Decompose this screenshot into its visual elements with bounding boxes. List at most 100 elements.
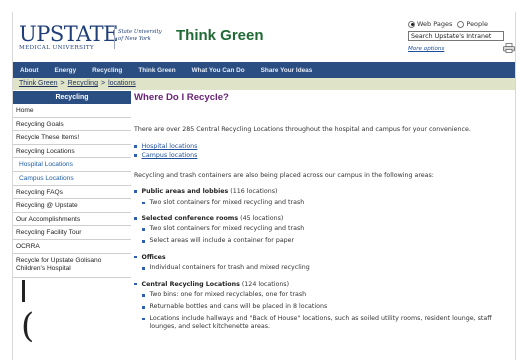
section-central-recycling: Central Recycling Locations (124 locatio… [134, 281, 509, 332]
search-scope-radios: Web Pages People [408, 20, 515, 28]
nav-item-share-your-ideas[interactable]: Share Your Ideas [261, 67, 313, 74]
list-item: Returnable bottles and cans will be plac… [142, 303, 509, 311]
breadcrumb-recycling[interactable]: Recycling [68, 80, 98, 87]
section-count: (124 locations) [241, 280, 290, 288]
search-area: Web Pages People More options [408, 20, 515, 53]
site-title[interactable]: Think Green [176, 27, 264, 44]
breadcrumb-think-green[interactable]: Think Green [19, 80, 58, 87]
section-title: Public areas and lobbies [141, 188, 229, 195]
nav-item-think-green[interactable]: Think Green [138, 67, 175, 74]
sidebar-item-our-accomplishments[interactable]: Our Accomplishments [13, 213, 131, 227]
breadcrumb-separator: > [60, 80, 65, 87]
breadcrumb-locations[interactable]: locations [108, 80, 136, 87]
state-university-line2: of New York [118, 35, 151, 42]
more-options-link[interactable]: More options [408, 46, 444, 52]
list-item: Select areas will include a container fo… [142, 237, 509, 245]
nav-item-about[interactable]: About [20, 67, 38, 74]
list-item-text: Returnable bottles and cans will be plac… [149, 303, 328, 311]
state-university-text: State University of New York [118, 29, 162, 42]
section-count: (45 locations) [240, 214, 284, 222]
sidebar-item-recycling-at-upstate[interactable]: Recycling @ Upstate [13, 199, 131, 213]
section-public-areas: Public areas and lobbies (116 locations)… [134, 188, 509, 207]
list-item: Individual containers for trash and mixe… [142, 264, 509, 272]
bullet-icon [134, 190, 137, 193]
sidebar-image-fragment-glyph: ( [21, 306, 35, 346]
sidebar-item-recycling-faqs[interactable]: Recycling FAQs [13, 186, 131, 200]
list-item-text: Two slot containers for mixed recycling … [149, 225, 305, 233]
nav-item-what-you-can-do[interactable]: What You Can Do [192, 67, 245, 74]
location-links: Hospital locations Campus locations [134, 142, 509, 160]
bullet-icon [142, 267, 145, 270]
section-count: (116 locations) [230, 188, 278, 195]
state-university-line1: State University [118, 29, 162, 35]
page: UPSTATE MEDICAL UNIVERSITY State Univers… [12, 12, 516, 360]
bullet-icon [134, 255, 137, 259]
section-title: Selected conference rooms [141, 214, 239, 222]
hospital-locations-link[interactable]: Hospital locations [142, 143, 198, 150]
nav-item-energy[interactable]: Energy [54, 67, 76, 74]
radio-web-pages-label: Web Pages [417, 20, 453, 28]
main-content: Where Do I Recycle? There are over 285 C… [134, 92, 509, 332]
search-input[interactable] [408, 31, 504, 41]
list-item-text: Individual containers for trash and mixe… [149, 264, 310, 272]
sidebar-header: Recycling [13, 91, 131, 104]
list-item: Campus locations [134, 151, 509, 160]
bullet-icon [134, 282, 137, 286]
section-heading: Public areas and lobbies (116 locations) [134, 188, 509, 195]
sidebar-item-hospital-locations[interactable]: Hospital Locations [13, 158, 131, 172]
intro-paragraph: There are over 285 Central Recycling Loc… [134, 126, 471, 133]
section-title: Central Recycling Locations [141, 280, 240, 288]
radio-unselected-icon[interactable] [457, 20, 465, 28]
section-heading: Central Recycling Locations (124 locatio… [134, 281, 509, 288]
list-item-text: Two bins: one for mixed recyclables, one… [149, 291, 307, 299]
sidebar: Recycling Home Recycling Goals Recycle T… [13, 91, 131, 278]
list-item-text: Two slot containers for mixed recycling … [149, 198, 305, 206]
page-title: Where Do I Recycle? [134, 92, 229, 103]
upstate-logo[interactable]: UPSTATE MEDICAL UNIVERSITY [19, 22, 118, 52]
list-item-text: Locations include hallways and "Back of … [149, 314, 492, 331]
list-item: Two slot containers for mixed recycling … [142, 199, 509, 207]
sidebar-item-ocrra[interactable]: OCRRA [13, 240, 131, 254]
campus-locations-link[interactable]: Campus locations [142, 152, 198, 159]
section-heading: Offices [134, 254, 509, 261]
radio-selected-icon[interactable] [408, 20, 415, 28]
printer-icon[interactable] [503, 43, 515, 53]
section-conference-rooms: Selected conference rooms (45 locations)… [134, 215, 509, 246]
bullet-icon [142, 306, 145, 309]
list-item: Locations include hallways and "Back of … [142, 315, 509, 332]
list-item: Hospital locations [134, 142, 509, 151]
radio-people[interactable]: People [457, 20, 488, 28]
breadcrumb: Think Green > Recycling > locations [13, 78, 515, 90]
radio-web-pages[interactable]: Web Pages [408, 20, 452, 28]
bullet-icon [134, 145, 137, 148]
sidebar-item-recycling-goals[interactable]: Recycling Goals [13, 118, 131, 132]
logo-divider [114, 25, 115, 49]
section-offices: Offices Individual containers for trash … [134, 254, 509, 273]
sidebar-item-recycling-facility-tour[interactable]: Recycling Facility Tour [13, 226, 131, 240]
sidebar-item-recycle-for-golisano[interactable]: Recycle for Upstate Golisano Children's … [13, 254, 131, 278]
radio-people-label: People [466, 20, 488, 28]
search-bottom-row: More options [408, 43, 515, 53]
breadcrumb-separator: > [100, 80, 106, 87]
bullet-icon [142, 228, 145, 231]
section-title: Offices [141, 253, 166, 261]
logo-wordmark: UPSTATE [19, 22, 118, 46]
nav-item-recycling[interactable]: Recycling [92, 67, 122, 74]
bullet-icon [142, 294, 145, 297]
sidebar-item-recycle-these-items[interactable]: Recycle These Items! [13, 131, 131, 145]
sidebar-item-campus-locations[interactable]: Campus Locations [13, 171, 131, 186]
bullet-icon [142, 240, 145, 243]
areas-paragraph: Recycling and trash containers are also … [134, 172, 434, 179]
list-item: Two slot containers for mixed recycling … [142, 225, 509, 233]
sidebar-item-home[interactable]: Home [13, 104, 131, 118]
main-nav: About Energy Recycling Think Green What … [13, 62, 515, 78]
list-item: Two bins: one for mixed recyclables, one… [142, 291, 509, 299]
section-heading: Selected conference rooms (45 locations) [134, 215, 509, 222]
list-item-text: Select areas will include a container fo… [149, 237, 295, 245]
bullet-icon [134, 217, 137, 220]
bullet-icon [134, 154, 137, 157]
bullet-icon [142, 201, 145, 204]
site-header: UPSTATE MEDICAL UNIVERSITY State Univers… [13, 12, 515, 60]
sidebar-item-recycling-locations[interactable]: Recycling Locations [13, 145, 131, 159]
sidebar-image-fragment-bar [22, 280, 25, 302]
